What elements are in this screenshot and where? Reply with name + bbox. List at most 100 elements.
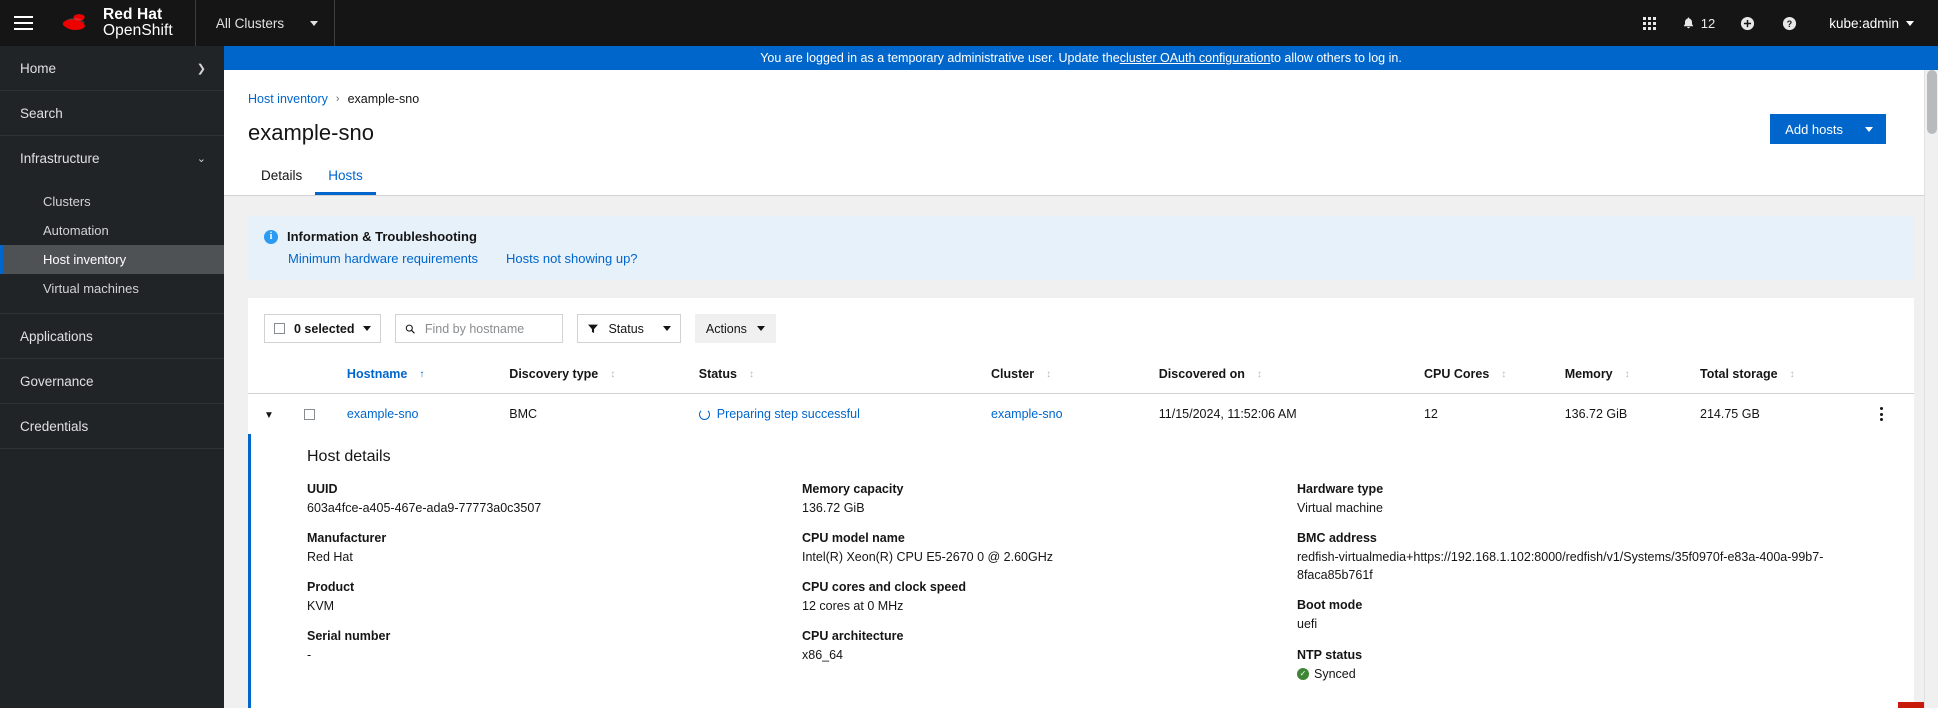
hosts-toolbar: 0 selected Find by hostname Status Actio… xyxy=(248,298,1914,357)
hostname-link[interactable]: example-sno xyxy=(347,407,419,421)
tab-details[interactable]: Details xyxy=(248,162,315,195)
hosts-not-showing-up-link[interactable]: Hosts not showing up? xyxy=(506,251,638,266)
check-circle-icon: ✓ xyxy=(1297,667,1309,680)
alert-header: i Information & Troubleshooting xyxy=(264,229,1898,244)
chevron-down-icon xyxy=(1865,126,1873,132)
cluster-oauth-configuration-link[interactable]: cluster OAuth configuration xyxy=(1120,51,1271,65)
cell-hostname: example-sno xyxy=(339,394,501,435)
sidebar-item-label: Search xyxy=(20,105,63,121)
page-scroll-area: Host inventory › example-sno example-sno… xyxy=(224,70,1938,708)
sidebar-item-host-inventory[interactable]: Host inventory xyxy=(0,245,224,274)
page-body: Home ❯ Search Infrastructure ⌄ Clusters … xyxy=(0,46,1938,708)
chevron-down-icon: ⌄ xyxy=(196,153,206,165)
sort-icon: ↕ xyxy=(1624,369,1630,380)
sidebar-item-applications[interactable]: Applications xyxy=(0,314,224,359)
search-input[interactable] xyxy=(424,321,554,336)
sort-icon: ↕ xyxy=(1789,369,1795,380)
sidebar-item-label: Credentials xyxy=(20,418,89,434)
cell-memory: 136.72 GiB xyxy=(1564,407,1628,421)
actions-dropdown[interactable]: Actions xyxy=(694,314,776,343)
scrollbar-thumb[interactable] xyxy=(1927,70,1937,134)
breadcrumb-link-host-inventory[interactable]: Host inventory xyxy=(248,92,328,106)
console-page: Red Hat OpenShift All Clusters 12 ? kube… xyxy=(0,0,1938,708)
tab-hosts[interactable]: Hosts xyxy=(315,162,376,195)
detail-value: x86_64 xyxy=(802,648,844,663)
brand-logo[interactable]: Red Hat OpenShift xyxy=(46,0,196,46)
detail-label: Serial number xyxy=(307,629,391,644)
bulk-select-checkbox[interactable] xyxy=(274,323,285,334)
cluster-selector[interactable]: All Clusters xyxy=(196,0,336,46)
masthead-right: 12 ? kube:admin xyxy=(1630,0,1938,46)
application-launcher-button[interactable] xyxy=(1630,0,1670,46)
header-status[interactable]: Status ↕ xyxy=(690,357,983,394)
sidebar-infrastructure-children: Clusters Automation Host inventory Virtu… xyxy=(0,181,224,314)
header-discovered-on[interactable]: Discovered on ↕ xyxy=(1150,357,1416,394)
cell-status: Preparing step successful xyxy=(691,394,983,435)
add-resource-button[interactable] xyxy=(1727,0,1767,46)
hosts-table: Hostname ↑ Discovery type ↕ Status ↕ Clu… xyxy=(248,357,1914,708)
vertical-scrollbar[interactable] xyxy=(1924,70,1938,708)
brand-line-1: Red Hat xyxy=(103,5,163,23)
host-details-inner: Host details UUID 603a4fce-a405-467e-ada… xyxy=(251,434,1914,708)
sort-asc-icon: ↑ xyxy=(419,369,425,380)
application-launcher-grid-icon xyxy=(1643,16,1657,30)
sidebar-item-automation[interactable]: Automation xyxy=(0,216,224,245)
table-row: ▼ example-sno BMC Preparing step success… xyxy=(248,394,1914,435)
detail-label: NTP status xyxy=(1297,647,1363,662)
brand-text: Red Hat OpenShift xyxy=(103,5,173,40)
header-hostname[interactable]: Hostname ↑ xyxy=(338,357,502,394)
sidebar-item-label: Governance xyxy=(20,373,94,389)
header-label: Total storage xyxy=(1700,367,1778,381)
sort-icon: ↕ xyxy=(748,369,754,380)
chevron-down-icon xyxy=(310,20,319,26)
host-details-column-1: UUID 603a4fce-a405-467e-ada9-77773a0c350… xyxy=(307,482,802,683)
content-container: i Information & Troubleshooting Minimum … xyxy=(224,196,1938,708)
sidebar-item-infrastructure[interactable]: Infrastructure ⌄ xyxy=(0,136,224,181)
minimum-hardware-requirements-link[interactable]: Minimum hardware requirements xyxy=(288,251,478,266)
row-checkbox[interactable] xyxy=(303,408,315,420)
header-memory[interactable]: Memory ↕ xyxy=(1556,357,1693,394)
header-cluster[interactable]: Cluster ↕ xyxy=(983,357,1151,394)
header-label: Status xyxy=(698,367,737,381)
detail-value: Synced xyxy=(1314,666,1356,681)
notifications-button[interactable]: 12 xyxy=(1672,0,1725,46)
sort-icon: ↕ xyxy=(610,369,616,380)
chevron-down-icon xyxy=(756,326,765,331)
search-hostname-box[interactable] xyxy=(395,314,564,343)
detail-value: 12 cores at 0 MHz xyxy=(802,599,904,614)
header-total-storage[interactable]: Total storage ↕ xyxy=(1692,357,1849,394)
user-menu-button[interactable]: kube:admin xyxy=(1811,0,1920,46)
chevron-down-icon xyxy=(1906,20,1914,26)
sort-icon: ↕ xyxy=(1501,369,1507,380)
row-expand-toggle[interactable]: ▼ xyxy=(248,394,296,435)
status-filter-dropdown[interactable]: Status xyxy=(577,314,681,343)
alert-links: Minimum hardware requirements Hosts not … xyxy=(264,244,1898,266)
detail-label: CPU architecture xyxy=(802,629,904,644)
detail-value: uefi xyxy=(1297,617,1318,632)
cluster-link[interactable]: example-sno xyxy=(991,407,1063,421)
header-discovery-type[interactable]: Discovery type ↕ xyxy=(501,357,691,394)
page-title: example-sno xyxy=(248,120,374,145)
add-hosts-button[interactable]: Add hosts xyxy=(1770,114,1886,144)
detail-label: CPU model name xyxy=(802,531,905,546)
sidebar-item-search[interactable]: Search xyxy=(0,91,224,136)
status-badge[interactable]: Preparing step successful xyxy=(698,407,975,421)
header-actions xyxy=(1848,357,1914,394)
row-kebab-menu[interactable] xyxy=(1857,407,1906,421)
detail-label: Manufacturer xyxy=(307,531,387,546)
header-cpu-cores[interactable]: CPU Cores ↕ xyxy=(1415,357,1557,394)
sidebar-item-home[interactable]: Home ❯ xyxy=(0,46,224,91)
detail-value: KVM xyxy=(307,599,335,614)
sidebar-item-clusters[interactable]: Clusters xyxy=(0,187,224,216)
hamburger-icon[interactable] xyxy=(0,0,46,46)
detail-value: Intel(R) Xeon(R) CPU E5-2670 0 @ 2.60GHz xyxy=(802,550,1053,565)
row-select-cell[interactable] xyxy=(296,394,339,435)
sidebar-item-virtual-machines[interactable]: Virtual machines xyxy=(0,274,224,303)
cell-discovered-on: 11/15/2024, 11:52:06 AM xyxy=(1158,407,1297,421)
cell-cpu-cores: 12 xyxy=(1423,407,1438,421)
bulk-select-dropdown[interactable]: 0 selected xyxy=(264,314,382,343)
chevron-down-icon xyxy=(662,326,671,331)
help-button[interactable]: ? xyxy=(1769,0,1809,46)
sidebar-item-governance[interactable]: Governance xyxy=(0,359,224,404)
sidebar-item-credentials[interactable]: Credentials xyxy=(0,404,224,449)
